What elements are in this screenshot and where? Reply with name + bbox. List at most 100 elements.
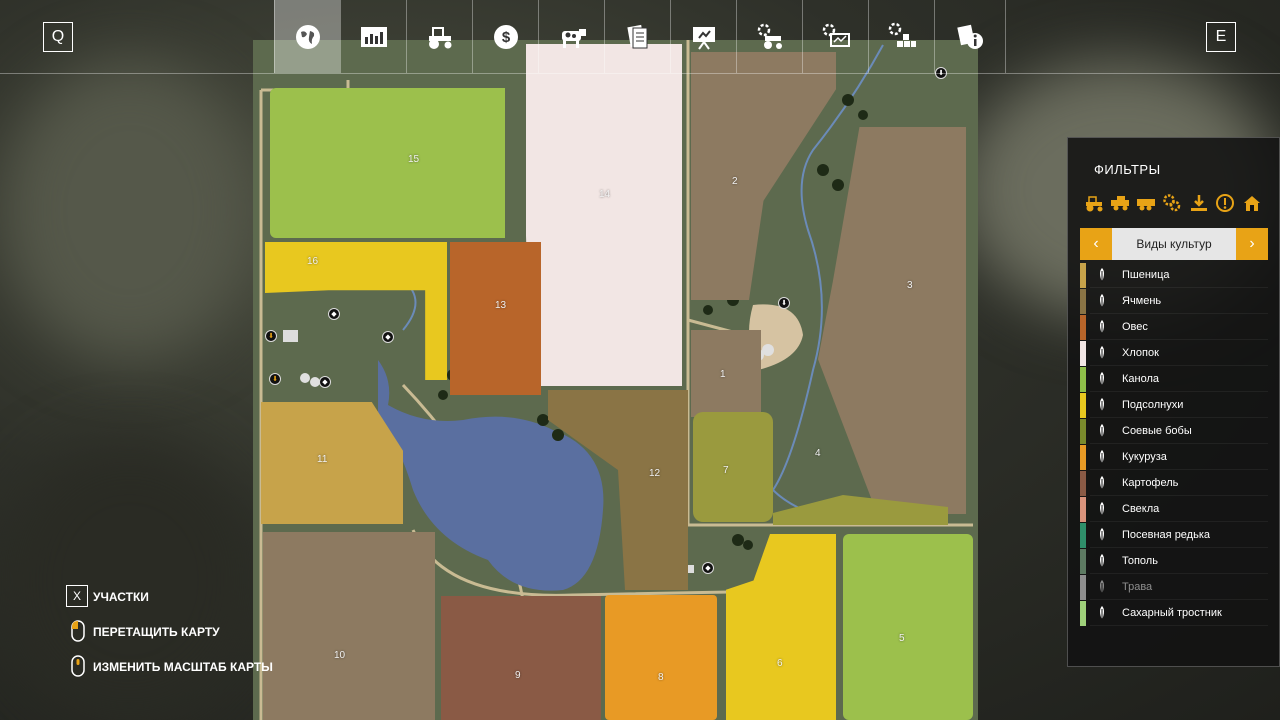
crop-filter-row[interactable]: Канола bbox=[1080, 367, 1268, 392]
tab-help[interactable] bbox=[934, 0, 1006, 73]
crop-filter-row[interactable]: Тополь bbox=[1080, 549, 1268, 574]
field-number: 10 bbox=[334, 650, 346, 661]
selector-next-button[interactable]: › bbox=[1236, 228, 1268, 260]
crop-filter-row[interactable]: Ячмень bbox=[1080, 289, 1268, 314]
crop-filter-row[interactable]: Овес bbox=[1080, 315, 1268, 340]
field-7[interactable] bbox=[693, 412, 773, 522]
row-divider bbox=[1090, 573, 1268, 574]
animal-pen-icon[interactable]: ◆ bbox=[319, 376, 331, 388]
tab-map[interactable] bbox=[274, 0, 340, 73]
help-label: ПЕРЕТАЩИТЬ КАРТУ bbox=[93, 625, 220, 639]
crop-filter-row[interactable]: Кукуруза bbox=[1080, 445, 1268, 470]
field-14[interactable] bbox=[526, 44, 682, 386]
garage-settings-icon bbox=[757, 23, 782, 49]
tab-contracts[interactable] bbox=[604, 0, 670, 73]
field-1[interactable] bbox=[691, 330, 761, 417]
crop-color-swatch bbox=[1080, 289, 1086, 314]
animal-pen-icon[interactable]: ◆ bbox=[382, 331, 394, 343]
sell-point-icon[interactable]: ⬇ bbox=[269, 373, 281, 385]
field-number: 2 bbox=[732, 176, 738, 187]
sell-point-icon[interactable]: ⬇ bbox=[778, 297, 790, 309]
background-blur bbox=[0, 60, 260, 360]
poplar-icon bbox=[1100, 554, 1104, 568]
background-blur bbox=[0, 440, 260, 720]
crop-filter-row[interactable]: Пшеница bbox=[1080, 263, 1268, 288]
crop-filter-row[interactable]: Хлопок bbox=[1080, 341, 1268, 366]
field-number: 7 bbox=[723, 465, 729, 476]
help-label: УЧАСТКИ bbox=[93, 590, 149, 604]
crop-filter-row[interactable]: Посевная редька bbox=[1080, 523, 1268, 548]
field-10[interactable] bbox=[263, 532, 435, 720]
help-info-icon bbox=[957, 24, 983, 49]
crop-label: Подсолнухи bbox=[1122, 399, 1184, 411]
contracts-papers-icon bbox=[626, 24, 647, 48]
tab-finances[interactable]: $ bbox=[472, 0, 538, 73]
animal-pen-icon[interactable]: ◆ bbox=[328, 308, 340, 320]
field-number: 1 bbox=[720, 369, 726, 380]
sell-point-filter-icon[interactable] bbox=[1189, 193, 1209, 213]
crop-label: Сахарный тростник bbox=[1122, 607, 1222, 619]
tab-statistics[interactable] bbox=[340, 0, 406, 73]
crop-filter-row[interactable]: Сахарный тростник bbox=[1080, 601, 1268, 626]
filters-panel: ФИЛЬТРЫ ‹ Виды культур › Пшеница Ячмень Ов… bbox=[1067, 137, 1280, 667]
field-number: 13 bbox=[495, 300, 507, 311]
row-divider bbox=[1090, 365, 1268, 366]
field-8[interactable] bbox=[605, 595, 717, 720]
field-11[interactable] bbox=[261, 402, 403, 524]
crop-filter-row[interactable]: Картофель bbox=[1080, 471, 1268, 496]
farm-home-filter-icon[interactable] bbox=[1242, 193, 1262, 213]
field-5[interactable] bbox=[843, 534, 973, 720]
crop-filter-row[interactable]: Свекла bbox=[1080, 497, 1268, 522]
crop-color-swatch bbox=[1080, 497, 1086, 522]
selector-label: Виды культур bbox=[1136, 237, 1212, 251]
barley-icon bbox=[1100, 294, 1104, 308]
tab-production[interactable] bbox=[802, 0, 868, 73]
sunflower-icon bbox=[1100, 398, 1104, 412]
crop-color-swatch bbox=[1080, 341, 1086, 366]
top-menu-bar: Q E $ bbox=[0, 0, 1280, 74]
field-number: 3 bbox=[907, 280, 913, 291]
crop-label: Посевная редька bbox=[1122, 529, 1211, 541]
crop-filter-row[interactable]: Соевые бобы bbox=[1080, 419, 1268, 444]
tab-tours[interactable] bbox=[670, 0, 736, 73]
harvester-filter-icon[interactable] bbox=[1110, 193, 1130, 213]
crop-label: Хлопок bbox=[1122, 347, 1159, 359]
field-15[interactable] bbox=[270, 88, 505, 238]
crop-filter-row[interactable]: Трава bbox=[1080, 575, 1268, 600]
row-divider bbox=[1090, 313, 1268, 314]
field-9[interactable] bbox=[441, 596, 601, 720]
crop-color-swatch bbox=[1080, 315, 1086, 340]
row-divider bbox=[1090, 625, 1268, 626]
crop-label: Кукуруза bbox=[1122, 451, 1167, 463]
crop-filter-row[interactable]: Подсолнухи bbox=[1080, 393, 1268, 418]
next-page-key[interactable]: E bbox=[1206, 22, 1236, 52]
presentation-board-icon bbox=[692, 26, 715, 50]
crop-color-swatch bbox=[1080, 263, 1086, 288]
prev-page-key[interactable]: Q bbox=[43, 22, 73, 52]
crop-color-swatch bbox=[1080, 523, 1086, 548]
warning-filter-icon[interactable] bbox=[1215, 193, 1235, 213]
world-map[interactable]: 15 14 2 3 16 13 1 11 12 7 4 10 9 8 6 5 ⬇… bbox=[253, 40, 978, 720]
crop-label: Пшеница bbox=[1122, 269, 1170, 281]
radish-icon bbox=[1100, 528, 1104, 542]
animal-pen-icon[interactable]: ◆ bbox=[702, 562, 714, 574]
crop-label: Картофель bbox=[1122, 477, 1179, 489]
tab-garage[interactable] bbox=[736, 0, 802, 73]
tab-vehicles[interactable] bbox=[406, 0, 472, 73]
row-divider bbox=[1090, 599, 1268, 600]
field-number: 9 bbox=[515, 670, 521, 681]
field-13[interactable] bbox=[450, 242, 541, 395]
placeables-settings-icon bbox=[888, 22, 916, 47]
mouse-wheel-icon bbox=[71, 655, 85, 677]
trailer-filter-icon[interactable] bbox=[1136, 193, 1156, 213]
selector-prev-button[interactable]: ‹ bbox=[1080, 228, 1112, 260]
tab-placeables[interactable] bbox=[868, 0, 934, 73]
sell-point-icon[interactable]: ⬇ bbox=[265, 330, 277, 342]
row-divider bbox=[1090, 391, 1268, 392]
tools-filter-icon[interactable] bbox=[1162, 193, 1182, 213]
mouse-drag-icon bbox=[71, 620, 85, 642]
tractor-filter-icon[interactable] bbox=[1084, 193, 1104, 213]
field-number: 8 bbox=[658, 672, 664, 683]
tab-animals[interactable] bbox=[538, 0, 604, 73]
filter-category-selector: ‹ Виды культур › bbox=[1080, 228, 1268, 260]
